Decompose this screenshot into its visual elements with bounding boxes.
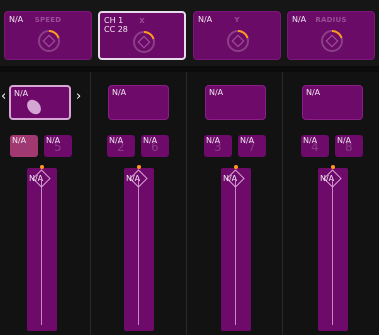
fader-indicator [234, 165, 238, 169]
fader-value: N/A [126, 174, 141, 183]
button-value: N/A [206, 136, 221, 145]
button-7[interactable]: 7 N/A [238, 135, 266, 157]
fader-indicator [40, 165, 44, 169]
pad-value: N/A [14, 89, 29, 98]
fader-indicator [331, 165, 335, 169]
fader-track [235, 180, 236, 325]
button-value: N/A [303, 136, 318, 145]
xy-pad[interactable]: N/A [205, 85, 266, 120]
fader-value: N/A [320, 174, 335, 183]
button-value: N/A [12, 136, 27, 145]
fader[interactable]: N/A [27, 165, 57, 331]
button-4[interactable]: 4 N/A [301, 135, 329, 157]
knob-dial-icon [38, 30, 60, 52]
pad-value: N/A [306, 88, 321, 97]
pad-value: N/A [112, 88, 127, 97]
button-value: N/A [240, 136, 255, 145]
channel-strip-3: N/A 3 N/A 7 N/A N/A [186, 72, 282, 335]
xy-pad[interactable]: N/A [9, 85, 71, 120]
fader-value: N/A [223, 174, 238, 183]
fader[interactable]: N/A [221, 165, 251, 331]
fader[interactable]: N/A [124, 165, 154, 331]
fader-track [332, 180, 333, 325]
knob-x[interactable]: CH 1 CC 28 X [98, 11, 186, 60]
knob-label: RADIUS [315, 16, 347, 24]
knob-bar: N/A SPEED CH 1 CC 28 X N/A Y N/A RADIUS [0, 0, 379, 66]
pad-value: N/A [209, 88, 224, 97]
xy-pad[interactable]: N/A [302, 85, 363, 120]
knob-radius[interactable]: N/A RADIUS [287, 11, 375, 60]
button-6[interactable]: 6 N/A [141, 135, 169, 157]
button-2[interactable]: 2 N/A [107, 135, 135, 157]
knob-dial-icon [227, 30, 249, 52]
knob-y[interactable]: N/A Y [193, 11, 281, 60]
xy-pad[interactable]: N/A [108, 85, 169, 120]
fader-track [41, 180, 42, 325]
button-8[interactable]: 8 N/A [335, 135, 363, 157]
knob-label: Y [234, 16, 240, 24]
channel-strip-1: ‹ N/A › 1 N/A 5 N/A N/A [0, 72, 94, 335]
knob-dial-icon [133, 31, 155, 53]
fader-value: N/A [29, 174, 44, 183]
knob-label: SPEED [34, 16, 62, 24]
pad-cursor[interactable] [24, 97, 44, 117]
button-5[interactable]: 5 N/A [44, 135, 72, 157]
channel-strip-4: N/A 4 N/A 8 N/A N/A [282, 72, 379, 335]
button-1[interactable]: 1 N/A [10, 135, 38, 157]
knob-dial-icon [321, 30, 343, 52]
button-3[interactable]: 3 N/A [204, 135, 232, 157]
knob-speed[interactable]: N/A SPEED [4, 11, 92, 60]
button-value: N/A [337, 136, 352, 145]
fader-indicator [137, 165, 141, 169]
prev-arrow-icon[interactable]: ‹ [1, 90, 6, 104]
fader[interactable]: N/A [318, 165, 348, 331]
button-value: N/A [46, 136, 61, 145]
button-value: N/A [109, 136, 124, 145]
channel-strip-2: N/A 2 N/A 6 N/A N/A [90, 72, 186, 335]
knob-label: X [139, 17, 145, 25]
fader-track [138, 180, 139, 325]
button-value: N/A [143, 136, 158, 145]
next-arrow-icon[interactable]: › [76, 90, 81, 104]
